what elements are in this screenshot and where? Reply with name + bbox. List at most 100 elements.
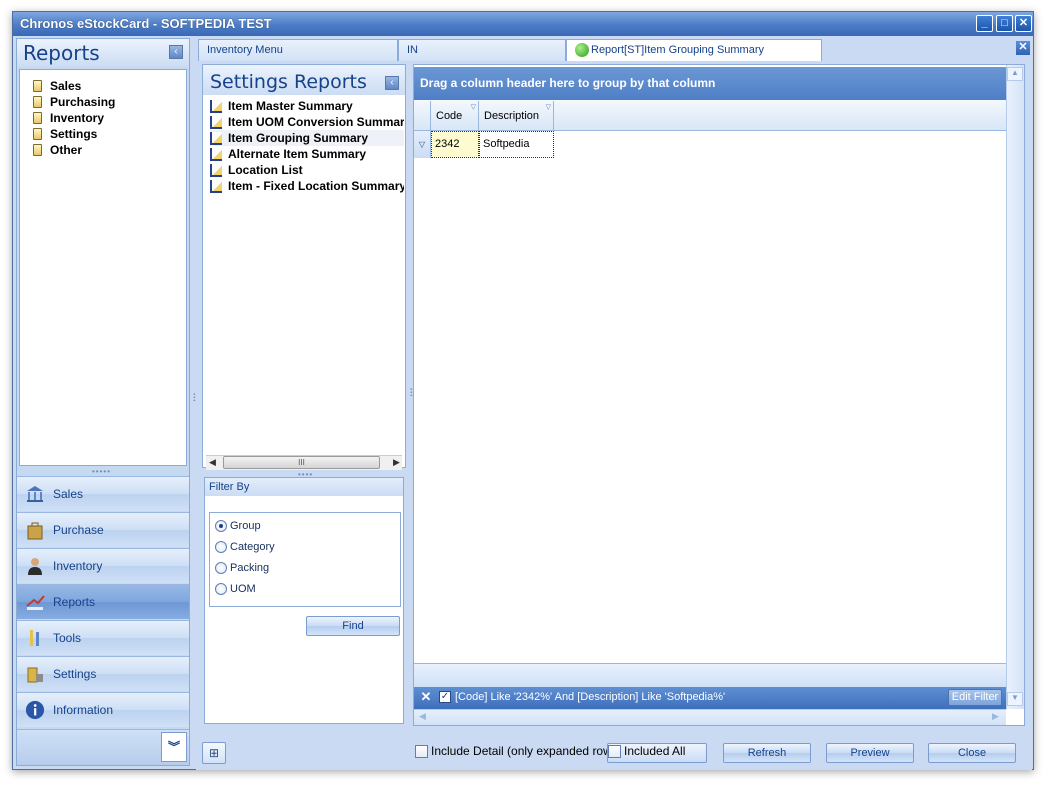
clipboard-icon [33,144,42,156]
report-item[interactable]: Item - Fixed Location Summary [210,178,404,194]
scroll-up-icon[interactable]: ▲ [1007,67,1023,81]
report-item[interactable]: Item UOM Conversion Summary [210,114,404,130]
column-header-code[interactable]: Code ▽ [431,101,479,131]
scroll-thumb[interactable]: III [223,456,380,469]
preview-button[interactable]: Preview [826,743,914,763]
filter-dropdown-icon[interactable]: ▽ [471,103,476,111]
scroll-right-icon[interactable]: ▶ [393,457,400,468]
tree-item-sales[interactable]: Sales [33,78,81,94]
window-title: Chronos eStockCard - SOFTPEDIA TEST [20,16,272,31]
row-indicator-header [414,101,431,131]
scroll-left-icon[interactable]: ◀ [419,711,426,722]
edit-filter-button[interactable]: Edit Filter [948,689,1002,706]
group-by-hint: Drag a column header here to group by th… [420,76,716,90]
radio-uom[interactable]: UOM [215,583,256,595]
nav-purchase[interactable]: Purchase [17,512,189,547]
radio-category[interactable]: Category [215,541,275,553]
report-item-label: Item UOM Conversion Summary [228,115,404,129]
tree-item-label: Settings [50,127,98,141]
included-all-checkbox[interactable]: Included All [608,744,685,758]
column-header-label: Description [484,110,540,122]
find-button[interactable]: Find [306,616,400,636]
filter-cell-code[interactable]: 2342 [431,131,479,158]
tools-icon [25,627,45,649]
tree-item-settings[interactable]: Settings [33,126,97,142]
checkbox-icon [415,744,428,758]
report-item[interactable]: Alternate Item Summary [210,146,404,162]
tree-item-purchasing[interactable]: Purchasing [33,94,115,110]
include-detail-checkbox[interactable]: Include Detail (only expanded row) [415,744,616,758]
nav-label: Inventory [53,559,103,573]
bank-icon [25,483,45,505]
chevron-down-icon[interactable]: ︾ [161,732,187,762]
report-item[interactable]: Location List [210,162,404,178]
tab-label: Report[ST]Item Grouping Summary [591,43,765,56]
close-button[interactable]: Close [928,743,1016,763]
grid-vertical-scrollbar[interactable] [1006,65,1024,709]
reports-tree: Sales Purchasing Inventory Settings Othe… [19,69,187,466]
layout-icon[interactable]: ⊞ [202,742,226,764]
filter-expression[interactable]: [Code] Like '2342%' And [Description] Li… [455,691,725,703]
report-item-label: Item Master Summary [228,99,353,113]
scroll-right-icon[interactable]: ▶ [992,711,999,722]
tree-item-label: Inventory [50,111,105,125]
clipboard-icon [33,96,42,108]
nav-information[interactable]: Information [17,692,189,727]
refresh-button[interactable]: Refresh [723,743,811,763]
clear-filter-icon[interactable]: ✕ [419,690,433,704]
nav-sales[interactable]: Sales [17,476,189,511]
collapse-pane-icon[interactable]: ‹ [169,45,183,59]
nav-label: Information [53,703,114,717]
collapse-list-icon[interactable]: ‹ [385,76,399,90]
report-item-label: Alternate Item Summary [228,147,367,161]
grid-horizontal-scrollbar[interactable] [414,709,1006,725]
shopping-bag-icon [25,519,45,541]
report-item-label: Location List [228,163,303,177]
results-grid [413,64,1025,726]
nav-settings[interactable]: Settings [17,656,189,691]
tab-item-grouping-summary[interactable]: Report[ST]Item Grouping Summary [566,39,822,61]
radio-group[interactable]: Group [215,520,261,532]
report-icon [210,99,222,113]
minimize-button[interactable]: _ [976,15,993,32]
tab-inventory-menu[interactable]: Inventory Menu [198,39,398,61]
tree-item-other[interactable]: Other [33,142,82,158]
tree-item-label: Other [50,143,83,157]
nav-label: Reports [53,595,96,609]
nav-label: Purchase [53,523,104,537]
nav-splitter[interactable]: ••• [190,393,196,402]
include-detail-label: Include Detail (only expanded row) [431,744,616,758]
clipboard-icon [33,112,42,124]
radio-packing[interactable]: Packing [215,562,269,574]
nav-tools[interactable]: Tools [17,620,189,655]
pane-splitter[interactable]: ••••• [92,467,111,476]
report-icon [210,163,222,177]
info-icon [25,699,45,721]
report-item-selected[interactable]: Item Grouping Summary [210,130,404,146]
scroll-down-icon[interactable]: ▼ [1007,692,1023,706]
nav-reports[interactable]: Reports [17,584,189,619]
filter-cell-description[interactable]: Softpedia [479,131,554,158]
filter-enabled-checkbox[interactable]: ✓ [439,691,451,703]
scroll-left-icon[interactable]: ◀ [209,457,216,468]
nav-inventory[interactable]: Inventory [17,548,189,583]
report-icon [210,179,222,193]
tree-item-label: Sales [50,79,82,93]
tree-item-inventory[interactable]: Inventory [33,110,104,126]
radio-label: Packing [230,562,270,574]
radio-label: Group [230,520,261,532]
maximize-button[interactable]: □ [996,15,1013,32]
column-header-description[interactable]: Description ▽ [479,101,554,131]
report-icon [210,147,222,161]
close-window-button[interactable]: ✕ [1015,15,1032,32]
filter-dropdown-icon[interactable]: ▽ [546,103,551,111]
column-header-label: Code [436,110,463,122]
report-chart-icon [25,591,45,613]
tab-in[interactable]: IN [398,39,566,61]
close-tab-icon[interactable]: ✕ [1016,41,1030,55]
radio-icon [215,583,227,595]
report-item[interactable]: Item Master Summary [210,98,404,114]
nav-label: Sales [53,487,84,501]
person-icon [25,555,45,577]
radio-label: UOM [230,583,256,595]
